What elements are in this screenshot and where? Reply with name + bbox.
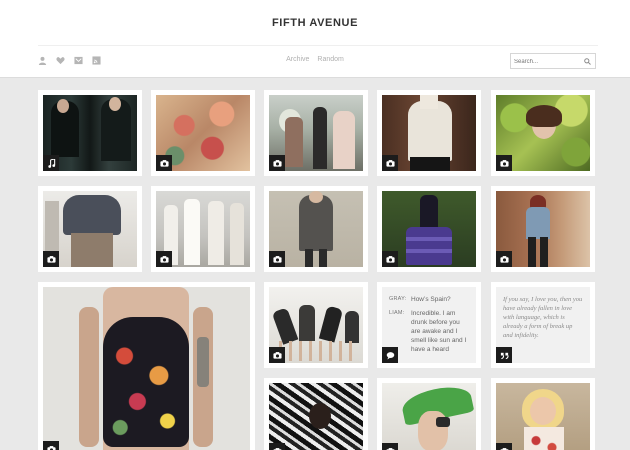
- site-header: FIFTH AVENUE Archive Random: [0, 0, 630, 78]
- nav-random-link[interactable]: Random: [317, 56, 343, 63]
- camera-icon: [385, 447, 395, 450]
- camera-icon: [46, 255, 56, 263]
- search-box: [510, 53, 596, 69]
- post-photo[interactable]: [496, 95, 590, 171]
- music-note-icon: [47, 158, 55, 168]
- camera-icon: [499, 159, 509, 167]
- post-card[interactable]: [38, 282, 255, 450]
- speech-bubble-icon: [386, 351, 394, 360]
- post-photo[interactable]: [43, 191, 137, 267]
- post-card[interactable]: [264, 282, 368, 368]
- post-type-badge: [269, 347, 285, 363]
- search-input[interactable]: [514, 56, 582, 67]
- quote-icon: [500, 352, 509, 359]
- post-type-badge: [43, 441, 59, 450]
- post-card[interactable]: [491, 186, 595, 272]
- post-type-badge: [382, 251, 398, 267]
- post-photo[interactable]: [269, 95, 363, 171]
- post-type-badge: [496, 443, 512, 450]
- post-card[interactable]: [38, 186, 142, 272]
- camera-icon: [46, 445, 56, 450]
- post-type-badge: [496, 155, 512, 171]
- post-card[interactable]: [264, 90, 368, 176]
- post-photo[interactable]: [382, 191, 476, 267]
- post-photo[interactable]: [43, 287, 250, 450]
- post-card[interactable]: [377, 186, 481, 272]
- camera-icon: [272, 351, 282, 359]
- chat-message: Incredible. I am drunk before you are aw…: [411, 310, 467, 353]
- camera-icon: [499, 447, 509, 450]
- post-type-badge: [43, 155, 59, 171]
- post-photo[interactable]: [496, 383, 590, 450]
- search-icon[interactable]: [584, 58, 591, 65]
- post-card[interactable]: [377, 90, 481, 176]
- post-photo[interactable]: [496, 191, 590, 267]
- post-type-badge: [156, 155, 172, 171]
- chat-line: LIAM: Incredible. I am drunk before you …: [389, 309, 469, 354]
- post-card[interactable]: [491, 378, 595, 450]
- post-photo[interactable]: [269, 383, 363, 450]
- post-type-badge: [382, 443, 398, 450]
- post-card[interactable]: [38, 90, 142, 176]
- quote-content: If you say, I love you, then you have al…: [496, 287, 590, 363]
- camera-icon: [385, 255, 395, 263]
- post-card[interactable]: [264, 378, 368, 450]
- nav-archive-link[interactable]: Archive: [286, 56, 309, 63]
- posts-grid: GRAY: How’s Spain? LIAM: Incredible. I a…: [0, 78, 630, 450]
- post-type-badge: [269, 155, 285, 171]
- camera-icon: [385, 159, 395, 167]
- chat-message: How’s Spain?: [411, 296, 451, 303]
- post-type-badge: [382, 155, 398, 171]
- camera-icon: [159, 159, 169, 167]
- camera-icon: [159, 255, 169, 263]
- post-type-badge: [382, 347, 398, 363]
- post-card[interactable]: [491, 90, 595, 176]
- camera-icon: [272, 159, 282, 167]
- post-type-badge: [156, 251, 172, 267]
- camera-icon: [499, 255, 509, 263]
- post-type-badge: [269, 443, 285, 450]
- site-title[interactable]: FIFTH AVENUE: [0, 17, 630, 29]
- camera-icon: [272, 447, 282, 450]
- quote-post-card[interactable]: If you say, I love you, then you have al…: [491, 282, 595, 368]
- post-card[interactable]: [264, 186, 368, 272]
- post-photo[interactable]: [269, 191, 363, 267]
- camera-icon: [272, 255, 282, 263]
- post-type-badge: [496, 347, 512, 363]
- header-divider: [38, 45, 598, 46]
- post-card[interactable]: [377, 378, 481, 450]
- chat-line: GRAY: How’s Spain?: [389, 295, 469, 304]
- post-photo[interactable]: [156, 95, 250, 171]
- post-card[interactable]: [151, 90, 255, 176]
- post-photo[interactable]: [382, 95, 476, 171]
- post-type-badge: [269, 251, 285, 267]
- chat-content: GRAY: How’s Spain? LIAM: Incredible. I a…: [382, 287, 476, 363]
- post-photo[interactable]: [269, 287, 363, 363]
- post-card[interactable]: [151, 186, 255, 272]
- quote-text: If you say, I love you, then you have al…: [503, 296, 583, 339]
- post-type-badge: [43, 251, 59, 267]
- post-photo[interactable]: [156, 191, 250, 267]
- chat-speaker: GRAY:: [389, 296, 407, 302]
- post-photo[interactable]: [382, 383, 476, 450]
- post-photo[interactable]: [43, 95, 137, 171]
- chat-post-card[interactable]: GRAY: How’s Spain? LIAM: Incredible. I a…: [377, 282, 481, 368]
- post-type-badge: [496, 251, 512, 267]
